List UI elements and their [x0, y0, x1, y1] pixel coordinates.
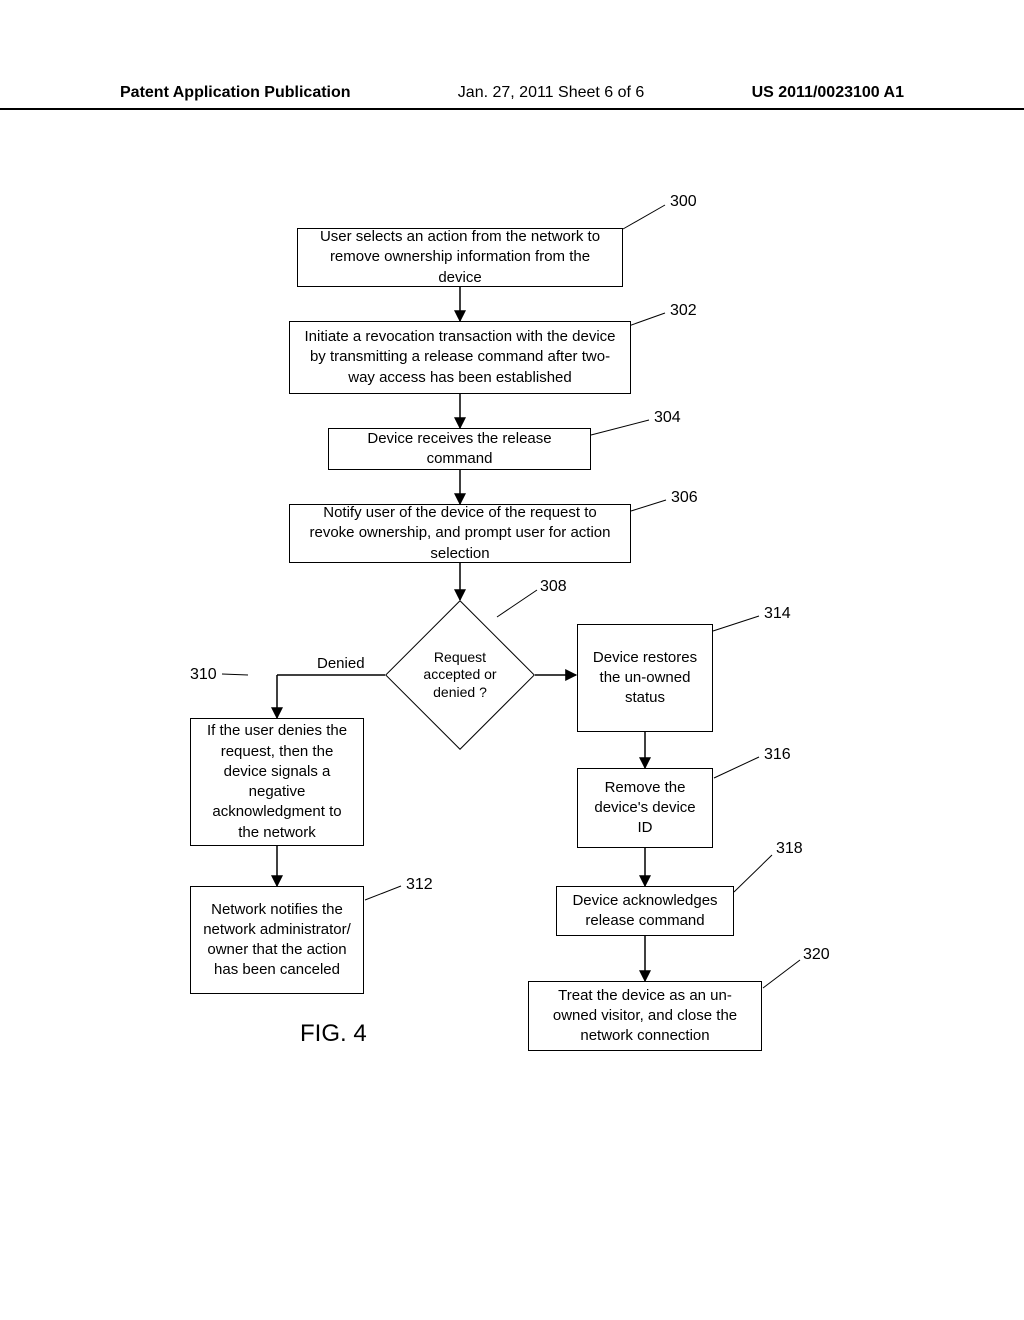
step-304: Device receives the release command: [328, 428, 591, 470]
header-right: US 2011/0023100 A1: [752, 84, 904, 102]
header-left: Patent Application Publication: [120, 84, 351, 102]
ref-308: 308: [540, 578, 567, 596]
flowchart-canvas: User selects an action from the network …: [0, 180, 1024, 1280]
ref-316: 316: [764, 746, 791, 764]
step-320: Treat the device as an un-owned visitor,…: [528, 981, 762, 1051]
step-316: Remove the device's device ID: [577, 768, 713, 848]
ref-320: 320: [803, 946, 830, 964]
decision-308: Request accepted or denied ?: [385, 600, 535, 750]
edge-label-denied: Denied: [317, 655, 365, 672]
step-310-text: If the user denies the request, then the…: [201, 721, 353, 843]
page-header: Patent Application Publication Jan. 27, …: [0, 84, 1024, 110]
step-304-text: Device receives the release command: [339, 429, 580, 470]
step-312: Network notifies the network administrat…: [190, 886, 364, 994]
ref-306: 306: [671, 489, 698, 507]
ref-314: 314: [764, 605, 791, 623]
step-314-text: Device restores the un-owned status: [588, 648, 702, 709]
step-302: Initiate a revocation transaction with t…: [289, 321, 631, 394]
step-316-text: Remove the device's device ID: [588, 778, 702, 839]
ref-300: 300: [670, 193, 697, 211]
step-314: Device restores the un-owned status: [577, 624, 713, 732]
decision-308-text: Request accepted or denied ?: [385, 600, 535, 750]
ref-310: 310: [190, 666, 217, 684]
step-310: If the user denies the request, then the…: [190, 718, 364, 846]
header-center: Jan. 27, 2011 Sheet 6 of 6: [458, 84, 645, 102]
step-302-text: Initiate a revocation transaction with t…: [300, 327, 620, 388]
step-320-text: Treat the device as an un-owned visitor,…: [539, 986, 751, 1047]
step-300: User selects an action from the network …: [297, 228, 623, 287]
ref-318: 318: [776, 840, 803, 858]
figure-label: FIG. 4: [300, 1020, 367, 1048]
ref-304: 304: [654, 409, 681, 427]
ref-302: 302: [670, 302, 697, 320]
step-318-text: Device acknowledges release command: [567, 891, 723, 932]
step-306-text: Notify user of the device of the request…: [300, 503, 620, 564]
step-312-text: Network notifies the network administrat…: [201, 900, 353, 981]
ref-312: 312: [406, 876, 433, 894]
step-306: Notify user of the device of the request…: [289, 504, 631, 563]
step-300-text: User selects an action from the network …: [308, 227, 612, 288]
step-318: Device acknowledges release command: [556, 886, 734, 936]
